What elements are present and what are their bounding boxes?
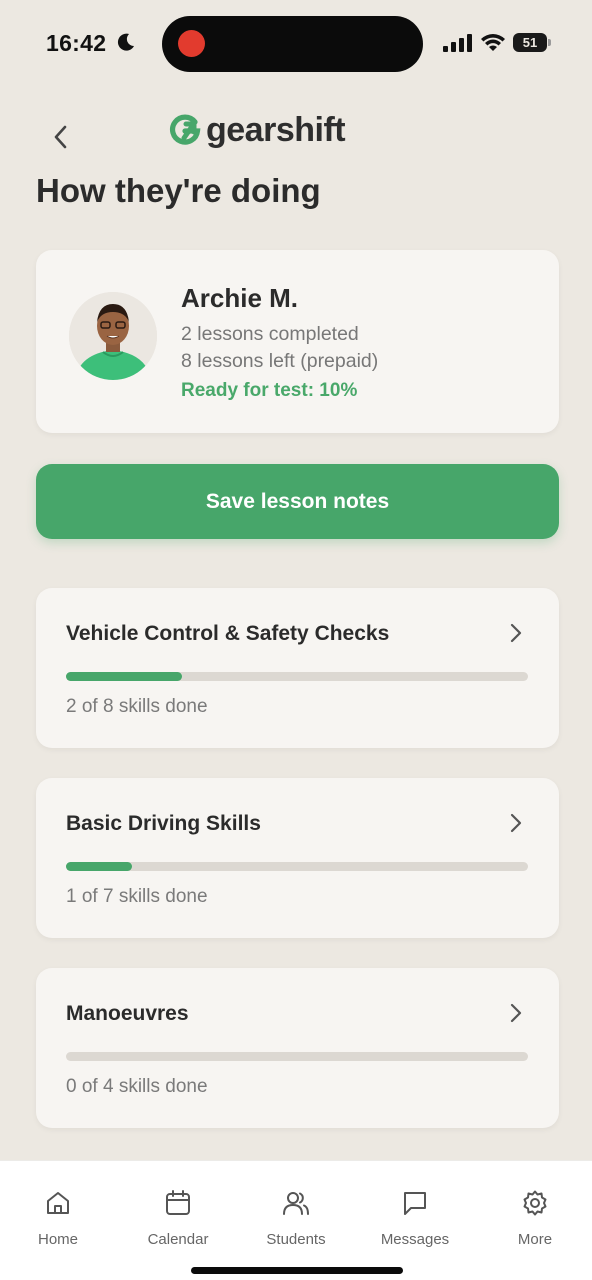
recording-indicator [178,30,205,57]
skill-title: Vehicle Control & Safety Checks [66,622,390,645]
skill-card-vehicle-control[interactable]: Vehicle Control & Safety Checks 2 of 8 s… [36,588,559,748]
tab-students[interactable]: Students [246,1189,346,1249]
skill-progress-text: 1 of 7 skills done [66,886,208,907]
skill-title: Manoeuvres [66,1002,189,1025]
skill-progress-bar [66,862,528,871]
battery-level: 51 [513,33,547,52]
gearshift-logo: gearshift [168,110,346,150]
test-readiness: Ready for test: 10% [181,380,358,401]
student-name: Archie M. [181,283,299,313]
page-title: How they're doing [36,172,321,209]
skill-progress-fill [66,862,132,871]
battery-icon: 51 [513,33,551,52]
moon-icon [117,33,134,51]
tab-label: Home [37,1231,78,1248]
skill-progress-fill [66,672,182,681]
tab-messages[interactable]: Messages [365,1189,465,1249]
gear-icon [523,1190,547,1216]
save-lesson-notes-button[interactable]: Save lesson notes [36,464,559,539]
skill-progress-text: 0 of 4 skills done [66,1076,208,1097]
chevron-right-icon [510,623,522,643]
logo-mark-icon [169,114,201,145]
skill-progress-bar [66,1052,528,1061]
tab-label: More [517,1231,553,1248]
home-icon [47,1192,69,1214]
dynamic-island [162,16,423,72]
lessons-completed: 2 lessons completed [181,323,359,345]
tab-label: Messages [380,1231,450,1248]
wifi-icon [481,34,505,51]
home-indicator [191,1267,403,1274]
chevron-right-icon [510,1003,522,1023]
chevron-right-icon [510,813,522,833]
students-icon [283,1192,309,1215]
calendar-icon [166,1190,190,1215]
chevron-left-icon[interactable] [46,120,76,154]
avatar [69,292,157,380]
skill-progress-text: 2 of 8 skills done [66,696,208,717]
bottom-tab-bar: Home Calendar Students Messages More [0,1160,592,1280]
skill-card-basic-driving[interactable]: Basic Driving Skills 1 of 7 skills done [36,778,559,938]
skill-title: Basic Driving Skills [66,812,261,835]
tab-home[interactable]: Home [8,1189,108,1249]
lessons-left: 8 lessons left (prepaid) [181,350,379,372]
tab-more[interactable]: More [485,1189,585,1249]
cellular-signal-icon [443,34,472,52]
message-icon [404,1192,426,1215]
tab-calendar[interactable]: Calendar [128,1189,228,1249]
status-bar: 16:42 51 [0,0,592,88]
skill-progress-bar [66,672,528,681]
student-summary-card: Archie M. 2 lessons completed 8 lessons … [36,250,559,433]
skill-card-manoeuvres[interactable]: Manoeuvres 0 of 4 skills done [36,968,559,1128]
logo-text: gearshift [206,110,346,149]
tab-label: Students [266,1231,326,1248]
status-time: 16:42 [46,30,107,56]
tab-label: Calendar [147,1231,209,1248]
